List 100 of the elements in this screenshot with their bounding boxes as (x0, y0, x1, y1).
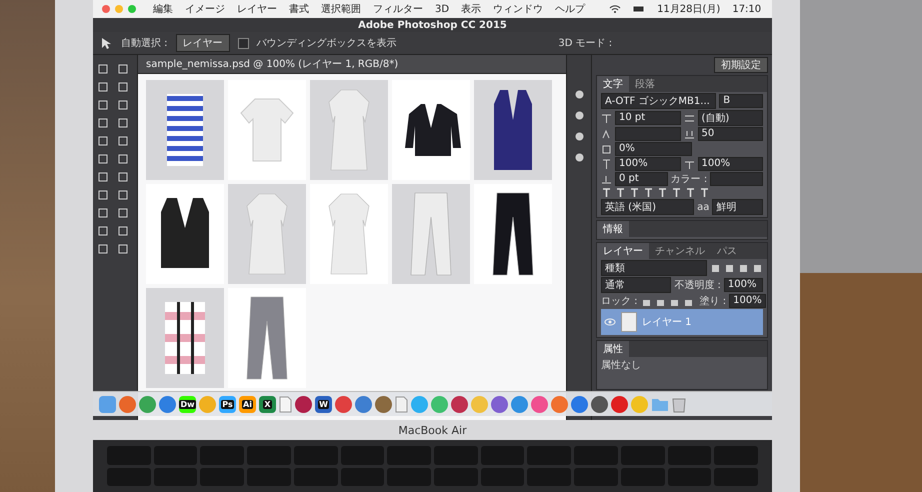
panel-icon[interactable] (574, 89, 584, 100)
text-style-icon[interactable] (615, 187, 626, 198)
menu-item[interactable]: レイヤー (237, 2, 277, 16)
dock-app-icon[interactable]: Ai (239, 396, 256, 412)
menu-item[interactable]: フィルター (373, 2, 423, 16)
dock-app-icon[interactable]: X (259, 396, 276, 412)
tracking-field[interactable]: 50 (698, 127, 763, 141)
fill-field[interactable]: 100% (729, 294, 766, 308)
tool-icon[interactable] (96, 135, 110, 147)
text-style-icon[interactable] (643, 187, 654, 198)
tool-icon[interactable] (116, 189, 130, 201)
document-tab[interactable]: sample_nemissa.psd @ 100% (レイヤー 1, RGB/8*) (138, 55, 566, 74)
panel-tab[interactable]: チャンネル (649, 243, 711, 259)
panel-tab[interactable]: 段落 (629, 76, 661, 92)
tool-icon[interactable] (116, 153, 130, 165)
dock-app-icon[interactable] (611, 396, 628, 412)
tool-icon[interactable] (96, 207, 110, 219)
tool-icon[interactable] (116, 63, 130, 75)
menu-item[interactable]: イメージ (185, 2, 225, 16)
menu-item[interactable]: 3D (435, 4, 450, 14)
tool-icon[interactable] (116, 117, 130, 129)
menu-item[interactable]: ウィンドウ (493, 2, 544, 16)
tool-icon[interactable] (96, 117, 110, 129)
text-style-icon[interactable] (657, 187, 668, 198)
opacity-field[interactable]: 100% (724, 278, 763, 292)
dock-app-icon[interactable]: Ps (219, 396, 236, 412)
panel-icon[interactable] (574, 131, 584, 142)
menu-item[interactable]: 書式 (289, 2, 309, 16)
tool-icon[interactable] (96, 225, 110, 237)
tool-icon[interactable] (116, 99, 130, 111)
battery-icon[interactable] (633, 4, 646, 14)
kerning-field[interactable] (615, 127, 680, 141)
dock-app-icon[interactable]: W (315, 396, 332, 412)
dock-app-icon[interactable] (375, 396, 392, 412)
language-dropdown[interactable]: 英語 (米国) (601, 199, 694, 215)
menu-bar-time: 17:10 (732, 4, 762, 14)
properties-text: 属性なし (601, 358, 641, 372)
tool-icon[interactable] (116, 243, 130, 255)
dock-app-icon[interactable] (295, 396, 312, 412)
vertical-scale-field[interactable]: 100% (615, 157, 680, 171)
dock-app-icon[interactable] (159, 396, 176, 412)
text-style-icon[interactable] (629, 187, 640, 198)
panel-tab[interactable]: 属性 (597, 341, 629, 357)
menu-item[interactable]: ヘルプ (555, 2, 586, 16)
tool-icon[interactable] (116, 81, 130, 93)
dock-app-icon[interactable] (511, 396, 528, 412)
panel-tab[interactable]: パス (711, 243, 743, 259)
trash-icon[interactable] (672, 396, 686, 412)
tool-icon[interactable] (96, 171, 110, 183)
dock-app-icon[interactable] (531, 396, 548, 412)
baseline-field[interactable]: 0 pt (615, 172, 668, 186)
workspace-dropdown[interactable]: 初期設定 (714, 57, 768, 73)
dock-app-icon[interactable] (335, 396, 352, 412)
tool-icon[interactable] (96, 99, 110, 111)
panel-icon[interactable] (574, 110, 584, 121)
tool-icon[interactable] (96, 189, 110, 201)
panel-tab[interactable]: 文字 (597, 76, 629, 92)
panel-tab[interactable]: 情報 (597, 221, 629, 237)
color-swatch[interactable] (710, 172, 763, 186)
filter-icon[interactable] (724, 262, 735, 274)
menu-item[interactable]: 編集 (153, 2, 173, 16)
document-icon[interactable] (279, 396, 292, 412)
dock-app-icon[interactable] (591, 396, 608, 412)
tool-icon[interactable] (116, 207, 130, 219)
tsume-field[interactable]: 0% (615, 142, 692, 156)
filter-icon[interactable] (710, 262, 721, 274)
font-family-field[interactable]: A-OTF ゴシックMB1... (601, 93, 716, 109)
dock-app-icon[interactable]: Dw (179, 396, 196, 412)
tool-icon[interactable] (116, 135, 130, 147)
panel-tab[interactable]: レイヤー (597, 243, 649, 259)
horizontal-scale-field[interactable]: 100% (698, 157, 763, 171)
filter-icon[interactable] (752, 262, 763, 274)
dock-app-icon[interactable] (355, 396, 372, 412)
tool-icon[interactable] (96, 153, 110, 165)
leading-field[interactable]: (自動) (698, 110, 763, 126)
text-style-icon[interactable] (685, 187, 696, 198)
tool-icon[interactable] (116, 171, 130, 183)
dock-app-icon[interactable] (451, 396, 468, 412)
blend-mode-dropdown[interactable]: 通常 (601, 277, 672, 293)
panel-icon[interactable] (574, 152, 584, 163)
auto-select-dropdown[interactable]: レイヤー (176, 34, 230, 52)
text-style-icon[interactable] (699, 187, 710, 198)
tool-icon[interactable] (96, 243, 110, 255)
dock-app-icon[interactable] (571, 396, 588, 412)
dock-app-icon[interactable] (491, 396, 508, 412)
layer-filter-dropdown[interactable]: 種類 (601, 260, 707, 276)
menu-item[interactable]: 選択範囲 (321, 2, 361, 16)
antialias-dropdown[interactable]: 鮮明 (712, 199, 763, 215)
wifi-icon[interactable] (609, 4, 622, 14)
tool-icon[interactable] (96, 81, 110, 93)
filter-icon[interactable] (738, 262, 749, 274)
font-style-field[interactable]: B (719, 94, 763, 108)
move-tool-icon[interactable] (99, 37, 113, 49)
text-style-icon[interactable] (601, 187, 612, 198)
font-size-field[interactable]: 10 pt (615, 111, 680, 125)
text-style-icon[interactable] (671, 187, 682, 198)
tool-icon[interactable] (116, 225, 130, 237)
tool-icon[interactable] (96, 63, 110, 75)
bounding-box-checkbox[interactable] (238, 38, 249, 48)
menu-item[interactable]: 表示 (461, 2, 482, 16)
